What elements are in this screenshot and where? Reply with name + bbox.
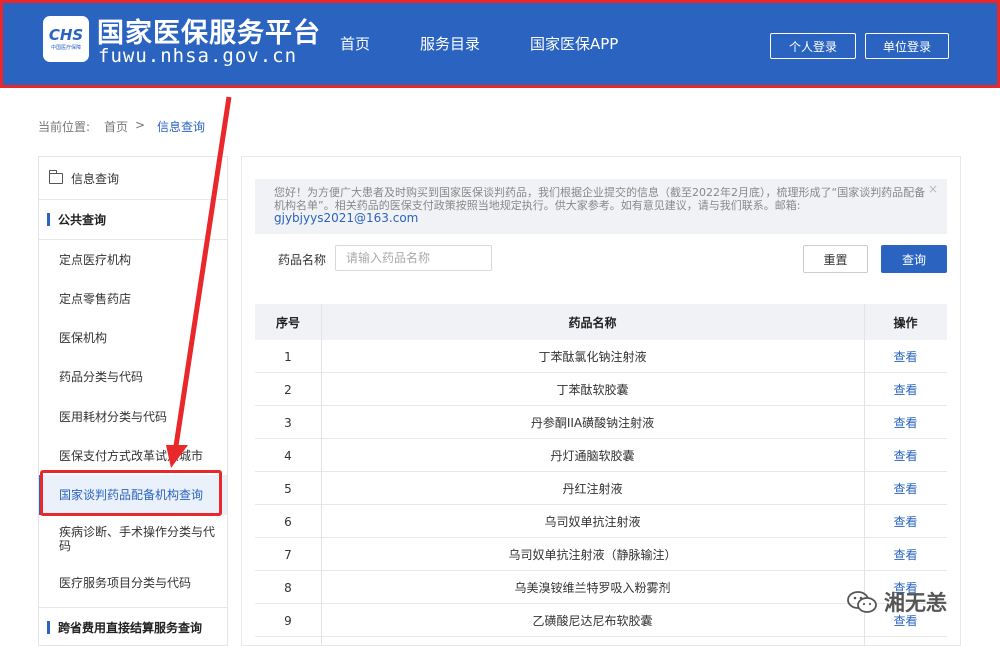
sidebar-title: 信息查询 — [71, 171, 120, 186]
sidebar-header: 信息查询 — [39, 157, 227, 200]
table-row: 2 丁苯酞软胶囊 查看 — [255, 373, 947, 406]
row-number: 5 — [284, 481, 292, 496]
table-row: 5 丹红注射液 查看 — [255, 472, 947, 505]
section-label: 跨省费用直接结算服务查询 — [58, 621, 203, 635]
reset-button[interactable]: 重置 — [803, 245, 868, 273]
unit-login-button[interactable]: 单位登录 — [865, 33, 949, 59]
sidebar-item-label: 医疗服务项目分类与代码 — [59, 576, 192, 590]
row-number: 4 — [284, 448, 292, 463]
table-row: 9 乙磺酸尼达尼布软胶囊 查看 — [255, 604, 947, 637]
sidebar-item-retail-pharmacies[interactable]: 定点零售药店 — [39, 279, 227, 318]
sidebar-section-public[interactable]: 公共查询 — [39, 200, 227, 240]
view-link[interactable]: 查看 — [864, 505, 947, 538]
drug-name-cell: 乙磺酸尼达尼布软胶囊 — [532, 614, 653, 628]
logo-text: CHS — [48, 26, 84, 44]
sidebar-item-label: 药品分类与代码 — [59, 370, 144, 384]
table-row: 6 乌司奴单抗注射液 查看 — [255, 505, 947, 538]
sidebar-item-label: 医保机构 — [59, 330, 108, 345]
row-number: 1 — [284, 349, 292, 364]
nav-home[interactable]: 首页 — [340, 33, 370, 54]
sidebar: 信息查询 公共查询 定点医疗机构 定点零售药店 医保机构 药品分类与代码 医用耗… — [38, 156, 228, 646]
column-divider — [321, 304, 322, 646]
drug-name-input[interactable] — [335, 245, 492, 271]
drug-name-cell: 乌司奴单抗注射液 — [544, 515, 641, 529]
site-url: fuwu.nhsa.gov.cn — [98, 45, 298, 67]
top-header: CHS 中国医疗保障 国家医保服务平台 fuwu.nhsa.gov.cn 首页 … — [0, 0, 1000, 88]
row-number: 2 — [284, 382, 292, 397]
column-header-action: 操作 — [893, 315, 918, 330]
sidebar-item-label: 疾病诊断、手术操作分类与代码 — [59, 525, 216, 553]
table-header: 序号 药品名称 操作 — [255, 304, 947, 340]
row-number: 7 — [284, 547, 292, 562]
view-link[interactable]: 查看 — [864, 373, 947, 406]
section-label: 公共查询 — [58, 213, 107, 227]
sidebar-item-label: 医保支付方式改革试点城市 — [59, 448, 204, 463]
row-number: 6 — [284, 514, 292, 529]
watermark-text: 湘无恙 — [884, 591, 947, 615]
table-row: 3 丹参酮IIA磺酸钠注射液 查看 — [255, 406, 947, 439]
logo-subtext: 中国医疗保障 — [50, 45, 81, 51]
close-icon[interactable]: × — [928, 183, 938, 196]
breadcrumb-separator: > — [135, 118, 146, 132]
notice-banner: 您好！为方便广大患者及时购买到国家医保谈判药品，我们根据企业提交的信息（截至20… — [255, 179, 947, 234]
notice-text: 您好！为方便广大患者及时购买到国家医保谈判药品，我们根据企业提交的信息（截至20… — [274, 186, 926, 212]
section-marker — [47, 621, 50, 634]
drug-name-cell: 丹红注射液 — [562, 482, 623, 496]
personal-login-button[interactable]: 个人登录 — [770, 33, 856, 59]
drug-name-cell: 丹参酮IIA磺酸钠注射液 — [530, 416, 655, 430]
column-header-drug-name: 药品名称 — [568, 315, 617, 330]
sidebar-item-label: 定点零售药店 — [59, 291, 132, 306]
nav-app[interactable]: 国家医保APP — [530, 33, 618, 54]
view-link[interactable]: 查看 — [864, 406, 947, 439]
view-link[interactable]: 查看 — [864, 472, 947, 505]
sidebar-item-diagnosis-surgery-codes[interactable]: 疾病诊断、手术操作分类与代码 — [39, 515, 227, 563]
breadcrumb-home[interactable]: 首页 — [104, 118, 128, 135]
query-button[interactable]: 查询 — [881, 245, 947, 273]
drug-name-cell: 乌美溴铵维兰特罗吸入粉雾剂 — [514, 581, 671, 595]
table-row: 8 乌美溴铵维兰特罗吸入粉雾剂 查看 — [255, 571, 947, 604]
drug-name-cell: 丹灯通脑软胶囊 — [550, 449, 635, 463]
view-link[interactable]: 查看 — [864, 340, 947, 373]
nav-service-catalog[interactable]: 服务目录 — [420, 33, 480, 54]
sidebar-item-consumable-codes[interactable]: 医用耗材分类与代码 — [39, 397, 227, 436]
row-number: 8 — [284, 580, 292, 595]
drug-name-cell: 乌司奴单抗注射液（静脉输注） — [508, 548, 677, 562]
row-number: 9 — [284, 613, 292, 628]
view-link[interactable]: 查看 — [864, 439, 947, 472]
view-link[interactable]: 查看 — [864, 538, 947, 571]
sidebar-section-cross-province[interactable]: 跨省费用直接结算服务查询 — [39, 607, 227, 646]
notice-email[interactable]: gjybjyys2021@163.com — [274, 211, 418, 225]
sidebar-item-insurance-agencies[interactable]: 医保机构 — [39, 318, 227, 357]
drug-name-label: 药品名称 — [278, 253, 327, 267]
sidebar-item-label: 医用耗材分类与代码 — [59, 409, 168, 424]
table-row: 4 丹灯通脑软胶囊 查看 — [255, 439, 947, 472]
breadcrumb-prefix: 当前位置: — [38, 120, 91, 134]
breadcrumb-current: 信息查询 — [157, 120, 206, 134]
sidebar-item-medical-institutions[interactable]: 定点医疗机构 — [39, 241, 227, 279]
folder-icon — [49, 169, 63, 184]
drug-name-cell: 丁苯酞软胶囊 — [556, 383, 629, 397]
table-row: 7 乌司奴单抗注射液（静脉输注） 查看 — [255, 538, 947, 571]
sidebar-item-label: 定点医疗机构 — [59, 253, 132, 267]
section-marker — [47, 213, 50, 226]
drug-name-cell: 丁苯酞氯化钠注射液 — [538, 350, 647, 364]
column-header-no: 序号 — [275, 315, 300, 330]
row-number: 3 — [284, 415, 292, 430]
chs-logo[interactable]: CHS 中国医疗保障 — [43, 16, 89, 62]
table-row: 1 丁苯酞氯化钠注射液 查看 — [255, 340, 947, 373]
sidebar-item-medical-service-codes[interactable]: 医疗服务项目分类与代码 — [39, 563, 227, 603]
sidebar-item-drug-codes[interactable]: 药品分类与代码 — [39, 357, 227, 397]
watermark: 湘无恙 — [846, 587, 947, 617]
wechat-icon — [847, 591, 877, 613]
highlight-box — [40, 470, 222, 516]
